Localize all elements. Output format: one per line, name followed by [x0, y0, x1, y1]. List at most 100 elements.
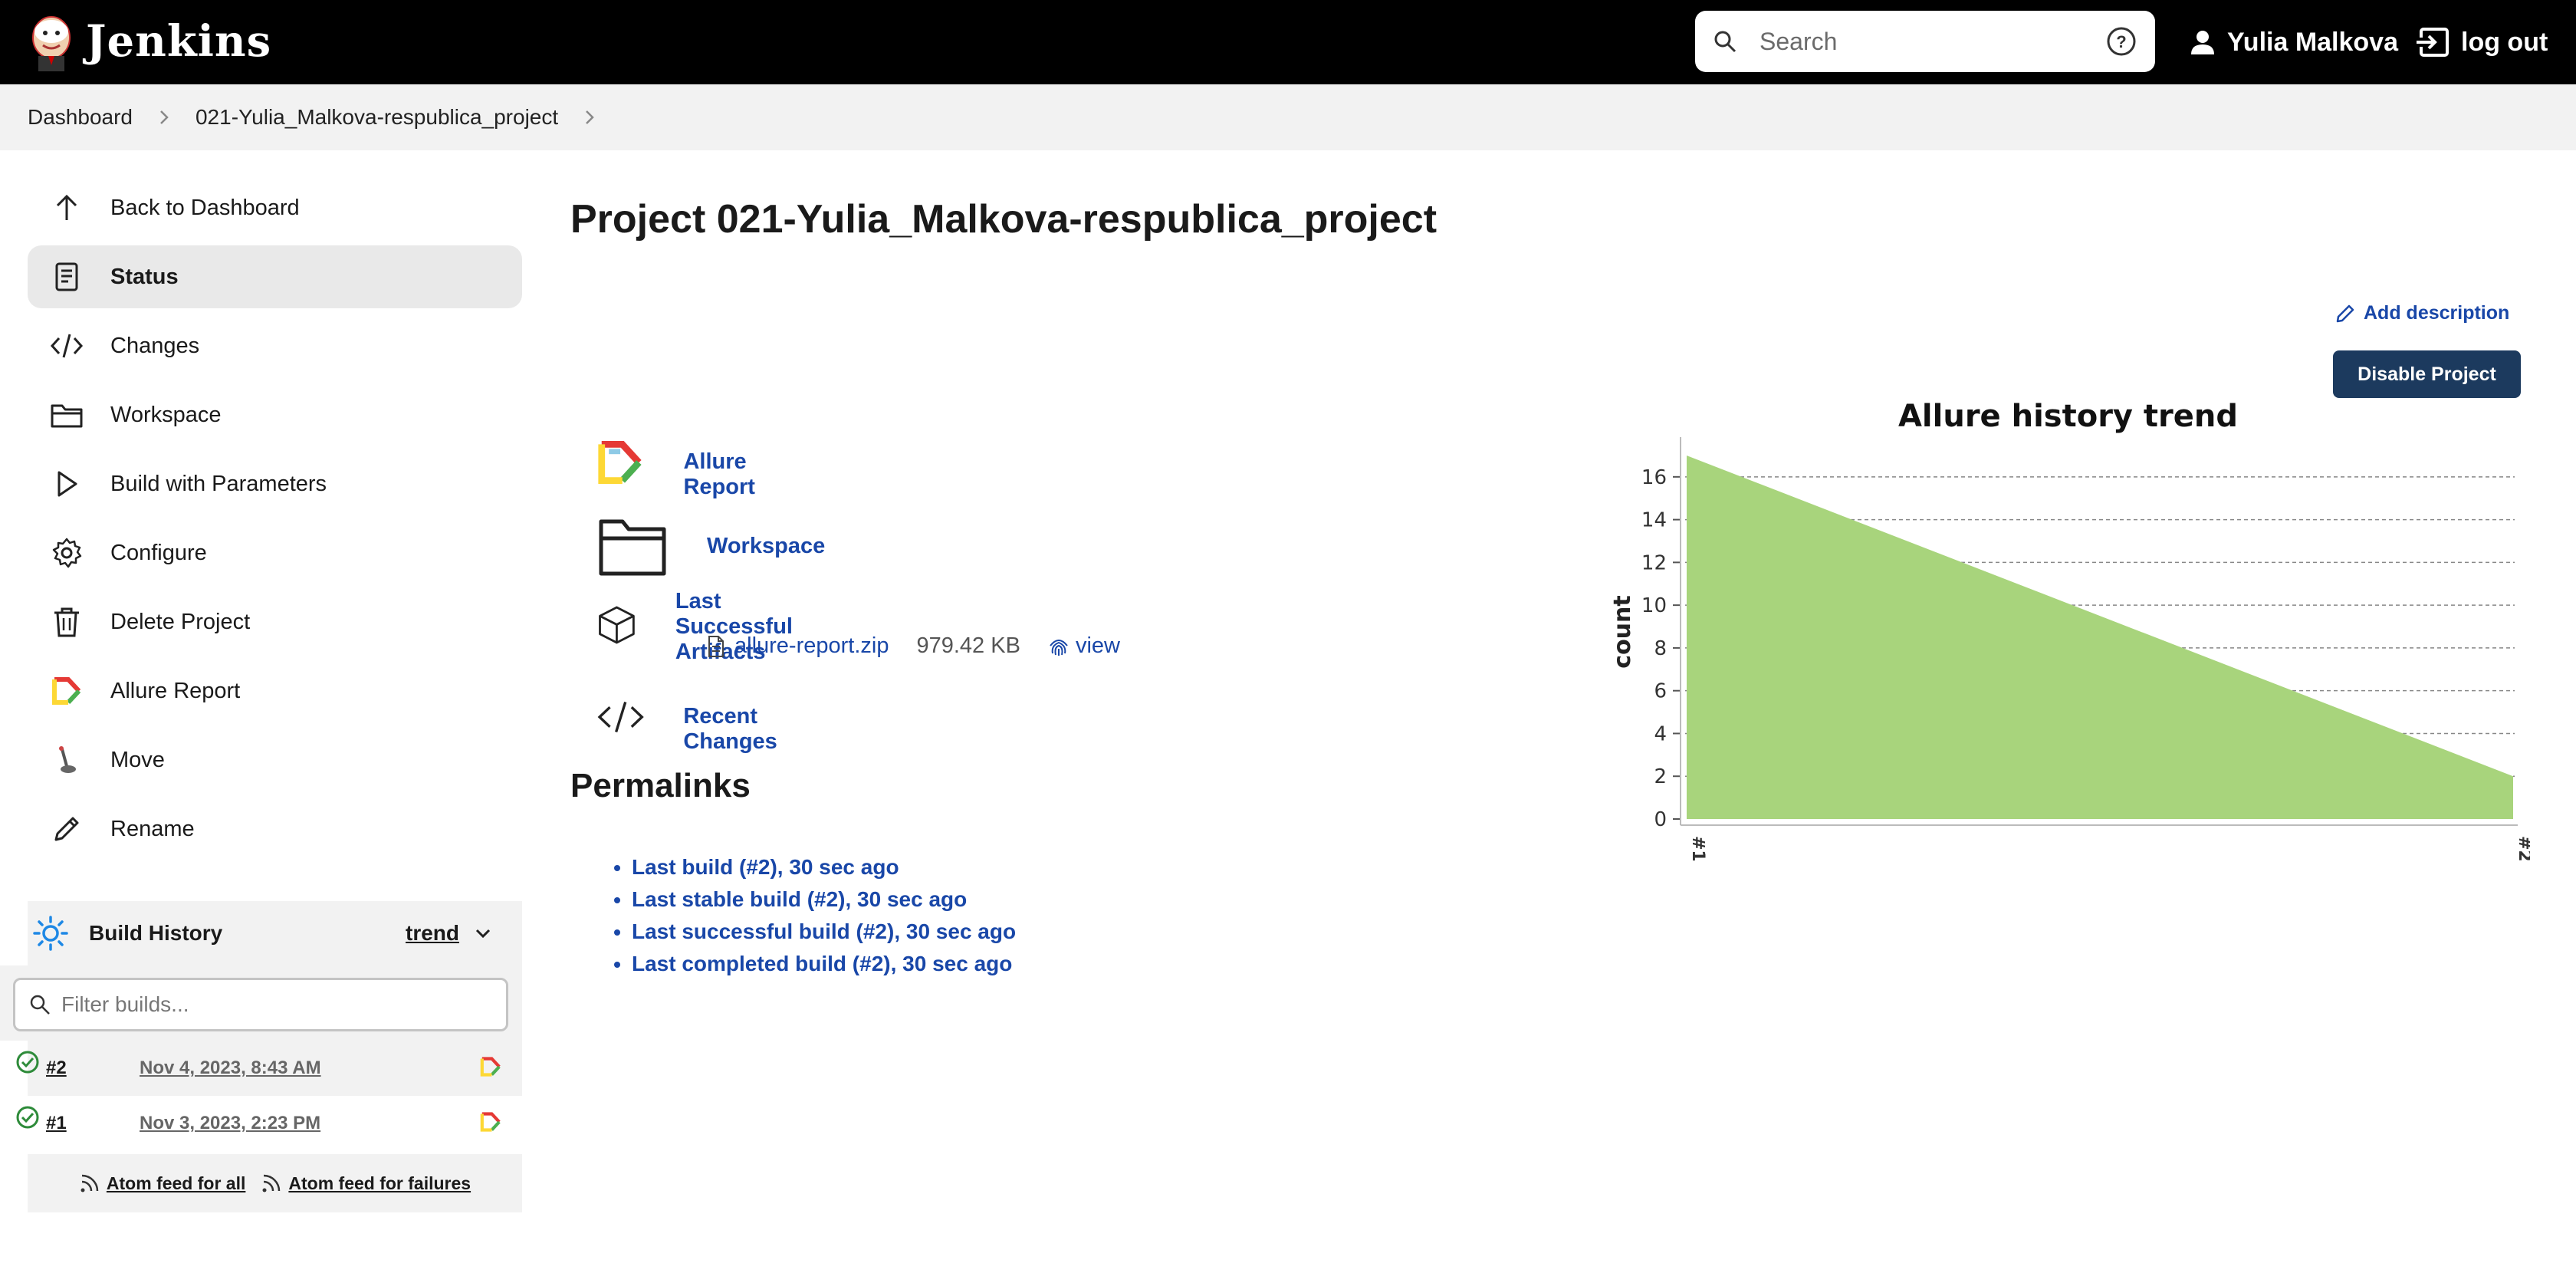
- y-tick-label: 16: [1641, 466, 1667, 489]
- permalink-item: Last build (#2), 30 sec ago: [632, 855, 1016, 887]
- build-number-link[interactable]: #2: [46, 1058, 67, 1079]
- sidebar-item-workspace[interactable]: Workspace: [28, 383, 522, 446]
- user-icon: [2191, 31, 2214, 54]
- package-icon: [599, 606, 635, 644]
- allure-icon[interactable]: [480, 1111, 501, 1133]
- permalink-last-build[interactable]: Last build (#2), 30 sec ago: [632, 855, 899, 879]
- folder-icon: [49, 397, 84, 433]
- trend-label: trend: [406, 921, 459, 945]
- search-input[interactable]: [1760, 27, 2106, 56]
- add-description-link[interactable]: Add description: [2334, 302, 2509, 324]
- sidebar-item-back-to-dashboard[interactable]: Back to Dashboard: [28, 176, 522, 239]
- y-tick-label: 2: [1654, 765, 1667, 788]
- permalinks-title: Permalinks: [570, 767, 751, 804]
- build-row: #2 Nov 4, 2023, 8:43 AM: [16, 1041, 522, 1096]
- gear-icon: [49, 535, 84, 571]
- artifact-size: 979.42 KB: [916, 633, 1020, 658]
- chevron-right-icon[interactable]: [584, 109, 595, 126]
- artifact-view-link[interactable]: view: [1048, 633, 1120, 659]
- y-tick-label: 12: [1641, 551, 1667, 574]
- allure-report-link[interactable]: Allure Report: [683, 449, 778, 500]
- document-icon: [49, 259, 84, 294]
- atom-feed-all-link[interactable]: Atom feed for all: [79, 1173, 245, 1194]
- trend-dropdown[interactable]: trend: [406, 921, 491, 946]
- top-header: Jenkins ? Yulia Malkova log out: [0, 0, 2576, 84]
- chart-svg: 0 2 4 6 8 10 12 14 16 #1 #2 count: [1610, 437, 2530, 862]
- sidebar-item-label: Changes: [110, 333, 200, 358]
- code-icon: [49, 328, 84, 363]
- filter-builds-input[interactable]: Filter builds...: [13, 978, 508, 1031]
- breadcrumb-dashboard[interactable]: Dashboard: [28, 105, 133, 130]
- search-icon: [30, 995, 50, 1015]
- allure-report-row: Allure Report: [596, 426, 778, 500]
- permalink-last-completed-build[interactable]: Last completed build (#2), 30 sec ago: [632, 952, 1012, 975]
- user-link[interactable]: Yulia Malkova: [2189, 21, 2398, 63]
- y-tick-label: 14: [1641, 509, 1667, 532]
- build-date-link[interactable]: Nov 3, 2023, 2:23 PM: [140, 1113, 320, 1134]
- build-date-link[interactable]: Nov 4, 2023, 8:43 AM: [140, 1058, 321, 1079]
- sidebar-item-configure[interactable]: Configure: [28, 521, 522, 584]
- pencil-icon: [2336, 304, 2354, 322]
- filter-placeholder: Filter builds...: [61, 992, 189, 1016]
- fingerprint-icon: [1050, 639, 1068, 656]
- atom-feed-all-label: Atom feed for all: [106, 1173, 246, 1193]
- permalink-last-stable-build[interactable]: Last stable build (#2), 30 sec ago: [632, 887, 967, 911]
- chevron-right-icon: [160, 110, 169, 124]
- success-check-icon: [16, 1106, 39, 1129]
- user-name: Yulia Malkova: [2227, 27, 2398, 57]
- svg-text:?: ?: [2116, 32, 2126, 51]
- play-icon: [49, 466, 84, 502]
- y-tick-label: 10: [1641, 594, 1667, 617]
- jenkins-home-link[interactable]: Jenkins: [28, 11, 271, 72]
- success-check-icon: [16, 1051, 39, 1074]
- sidebar-item-label: Delete Project: [110, 609, 251, 634]
- sidebar-item-label: Rename: [110, 816, 195, 841]
- logout-icon: [2415, 28, 2449, 57]
- sidebar-item-label: Build with Parameters: [110, 471, 327, 496]
- search-icon: [1714, 31, 1737, 53]
- trash-icon: [49, 604, 84, 640]
- sidebar-item-label: Status: [110, 264, 179, 289]
- y-tick-label: 4: [1654, 722, 1667, 745]
- sidebar-item-label: Allure Report: [110, 678, 241, 703]
- artifact-entry: allure-report.zip 979.42 KB view: [707, 633, 1120, 659]
- pencil-icon: [49, 811, 84, 847]
- add-description-label: Add description: [2364, 302, 2510, 324]
- sidebar-item-label: Back to Dashboard: [110, 195, 300, 220]
- x-tick-label: #2: [2515, 836, 2530, 862]
- build-history-header: Build History trend: [28, 901, 522, 965]
- weather-sun-icon: [33, 916, 68, 951]
- allure-icon: [598, 440, 642, 485]
- x-tick-label: #1: [1688, 836, 1707, 862]
- breadcrumb-project[interactable]: 021-Yulia_Malkova-respublica_project: [196, 105, 558, 130]
- sidebar-item-move[interactable]: Move: [28, 729, 522, 791]
- artifact-file-link[interactable]: allure-report.zip: [734, 633, 889, 659]
- recent-changes-row: Recent Changes: [596, 681, 800, 755]
- logout-link[interactable]: log out: [2415, 21, 2548, 63]
- y-axis-label: count: [1610, 595, 1636, 668]
- sidebar-item-label: Move: [110, 747, 165, 772]
- atom-feed-failures-link[interactable]: Atom feed for failures: [261, 1173, 471, 1194]
- arrow-up-icon: [49, 190, 84, 225]
- allure-icon[interactable]: [480, 1056, 501, 1077]
- allure-trend-chart[interactable]: Allure history trend 0 2 4 6 8 10 12 14 16 #1 #2 co…: [1610, 391, 2530, 867]
- sidebar-item-delete-project[interactable]: Delete Project: [28, 590, 522, 653]
- sidebar-item-status[interactable]: Status: [28, 245, 522, 308]
- sidebar-item-rename[interactable]: Rename: [28, 798, 522, 860]
- sidebar-item-build-with-parameters[interactable]: Build with Parameters: [28, 452, 522, 515]
- help-icon[interactable]: ?: [2106, 26, 2137, 57]
- file-icon: [708, 635, 724, 657]
- build-history-title: Build History: [89, 921, 223, 945]
- workspace-link[interactable]: Workspace: [707, 534, 825, 559]
- build-row: #1 Nov 3, 2023, 2:23 PM: [16, 1096, 522, 1151]
- y-tick-label: 6: [1654, 680, 1667, 703]
- build-number-link[interactable]: #1: [46, 1113, 67, 1134]
- recent-changes-link[interactable]: Recent Changes: [683, 704, 800, 755]
- sidebar-item-allure-report[interactable]: Allure Report: [28, 660, 522, 722]
- y-tick-label: 0: [1654, 808, 1667, 831]
- folder-icon: [599, 519, 666, 576]
- sidebar-item-changes[interactable]: Changes: [28, 314, 522, 377]
- permalink-last-successful-build[interactable]: Last successful build (#2), 30 sec ago: [632, 919, 1016, 943]
- y-tick-label: 8: [1654, 637, 1667, 660]
- artifact-view-label: view: [1075, 633, 1120, 658]
